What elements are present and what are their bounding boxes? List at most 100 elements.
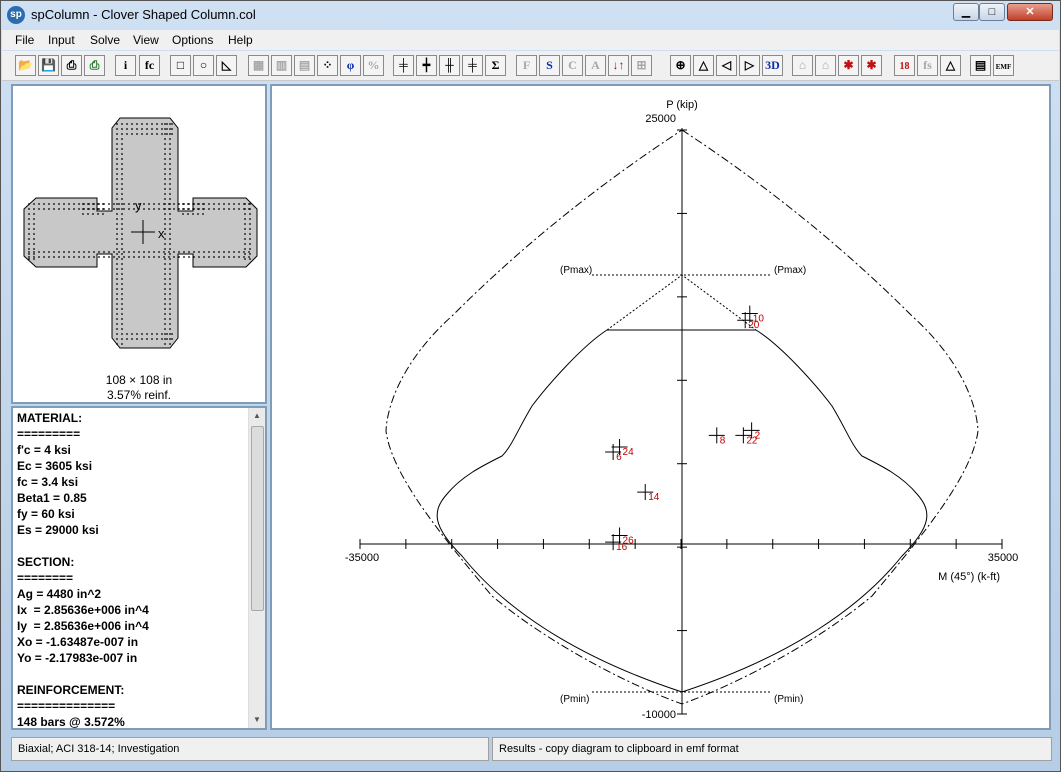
- rebar-dot: [238, 203, 240, 205]
- report-button[interactable]: ▤: [970, 55, 991, 76]
- rebar-dot: [183, 256, 185, 258]
- close-button[interactable]: ✕: [1007, 3, 1053, 21]
- print-icon: ⎙: [66, 58, 77, 72]
- investigate-button[interactable]: ┿: [416, 55, 437, 76]
- view-3d-up-icon: △: [698, 58, 709, 72]
- rebar-dot: [113, 256, 115, 258]
- zoom-in-button[interactable]: ⌂: [792, 55, 813, 76]
- bars-all-sides-button[interactable]: ▦: [248, 55, 269, 76]
- slenderness-button[interactable]: ╫: [439, 55, 460, 76]
- percent-button[interactable]: %: [363, 55, 384, 76]
- rebar-dot: [223, 203, 225, 205]
- rebar-dot: [163, 256, 165, 258]
- fit-button[interactable]: ✱: [861, 55, 882, 76]
- design-button[interactable]: ╪: [393, 55, 414, 76]
- rebar-dot: [121, 313, 123, 315]
- toolbar: 📂 💾 ⎙ ⎙ i fc □ ○ ◺ ▦ ▥ ▤ ⁘ φ % ╪ ┿ ╫ ╪ Σ…: [2, 51, 1059, 81]
- scroll-down-icon[interactable]: ▼: [249, 712, 265, 728]
- phi-button[interactable]: φ: [340, 55, 361, 76]
- C-button[interactable]: C: [562, 55, 583, 76]
- menu-help[interactable]: Help: [228, 33, 253, 47]
- rebar-dot: [164, 193, 166, 195]
- open-button[interactable]: 📂: [15, 55, 36, 76]
- section-view-pane[interactable]: y x 108 × 108 in 3.57% reinf.: [11, 84, 267, 404]
- bars-four-sides-button[interactable]: ▤: [294, 55, 315, 76]
- rebar-dot: [169, 183, 171, 185]
- scroll-up-icon[interactable]: ▲: [249, 408, 265, 424]
- app-icon[interactable]: sp: [7, 6, 25, 24]
- view-pm-button[interactable]: ⊕: [670, 55, 691, 76]
- menu-solve[interactable]: Solve: [90, 33, 120, 47]
- rebar-dot: [63, 203, 65, 205]
- fc-button[interactable]: fc: [139, 55, 160, 76]
- fs-plot-button[interactable]: △: [940, 55, 961, 76]
- 3D-button[interactable]: 3D: [762, 55, 783, 76]
- irregular-button[interactable]: ◺: [216, 55, 237, 76]
- rebar-dot: [169, 343, 171, 345]
- title-bar[interactable]: sp spColumn - Clover Shaped Column.col ▁…: [1, 1, 1060, 29]
- zoom-out-button[interactable]: ⌂: [815, 55, 836, 76]
- rebar-dot: [121, 203, 123, 205]
- rebar-dot: [53, 203, 55, 205]
- bars-two-sides-button[interactable]: ▥: [271, 55, 292, 76]
- rebar-dot: [116, 288, 118, 290]
- maximize-button[interactable]: □: [979, 3, 1005, 21]
- rebar-dot: [218, 251, 220, 253]
- scale-icon: ✱: [843, 58, 854, 72]
- properties-scrollbar[interactable]: ▲ ▼: [248, 408, 265, 728]
- rebar-dot: [88, 256, 90, 258]
- scroll-thumb[interactable]: [251, 426, 264, 611]
- menu-file[interactable]: File: [15, 33, 34, 47]
- fs-button[interactable]: fs: [917, 55, 938, 76]
- properties-pane[interactable]: MATERIAL: ========= f'c = 4 ksi Ec = 360…: [11, 406, 267, 730]
- view-3d-up-button[interactable]: △: [693, 55, 714, 76]
- view-3d-left-button[interactable]: ◁: [716, 55, 737, 76]
- interaction-diagram-pane[interactable]: P (kip) M (45°) (k-ft) 25000 -10000 -350…: [270, 84, 1051, 730]
- load-button[interactable]: ╪: [462, 55, 483, 76]
- rebar-dot: [28, 251, 30, 253]
- rebar-dot: [169, 188, 171, 190]
- menu-input[interactable]: Input: [48, 33, 75, 47]
- status-right: Results - copy diagram to clipboard in e…: [492, 737, 1052, 761]
- 3D-icon: 3D: [765, 58, 780, 72]
- sum-button[interactable]: Σ: [485, 55, 506, 76]
- rebar-dot: [78, 203, 80, 205]
- grid-button[interactable]: ⊞: [631, 55, 652, 76]
- scale-button[interactable]: ✱: [838, 55, 859, 76]
- rebar-dot: [164, 253, 166, 255]
- rectangle-button[interactable]: □: [170, 55, 191, 76]
- rebar-dot: [203, 251, 205, 253]
- rebar-dot: [121, 288, 123, 290]
- rebar-dot: [169, 328, 171, 330]
- menu-view[interactable]: View: [133, 33, 159, 47]
- bar-18-button[interactable]: 18: [894, 55, 915, 76]
- rebar-dot: [136, 338, 138, 340]
- minimize-button[interactable]: ▁: [953, 3, 979, 21]
- rebar-dot: [169, 173, 171, 175]
- S-button[interactable]: S: [539, 55, 560, 76]
- print-button[interactable]: ⎙: [61, 55, 82, 76]
- rebar-dot: [249, 223, 251, 225]
- rebar-dot: [116, 218, 118, 220]
- rebar-dot: [218, 208, 220, 210]
- rebar-dot: [121, 283, 123, 285]
- rebar-dot: [161, 128, 163, 130]
- rebar-dot: [128, 251, 130, 253]
- rebar-dot: [43, 251, 45, 253]
- view-3d-right-button[interactable]: ▷: [739, 55, 760, 76]
- rebar-dot: [169, 278, 171, 280]
- print-color-button[interactable]: ⎙: [84, 55, 105, 76]
- rebar-dot: [218, 256, 220, 258]
- info-button[interactable]: i: [115, 55, 136, 76]
- save-icon: 💾: [41, 58, 56, 72]
- save-button[interactable]: 💾: [38, 55, 59, 76]
- circle-button[interactable]: ○: [193, 55, 214, 76]
- emf-button[interactable]: EMF: [993, 55, 1014, 76]
- rebar-dot: [192, 208, 194, 210]
- menu-options[interactable]: Options: [172, 33, 213, 47]
- loads-button[interactable]: ↓↑: [608, 55, 629, 76]
- bars-irregular-button[interactable]: ⁘: [317, 55, 338, 76]
- A-button[interactable]: A: [585, 55, 606, 76]
- rebar-dot: [116, 213, 118, 215]
- F-button[interactable]: F: [516, 55, 537, 76]
